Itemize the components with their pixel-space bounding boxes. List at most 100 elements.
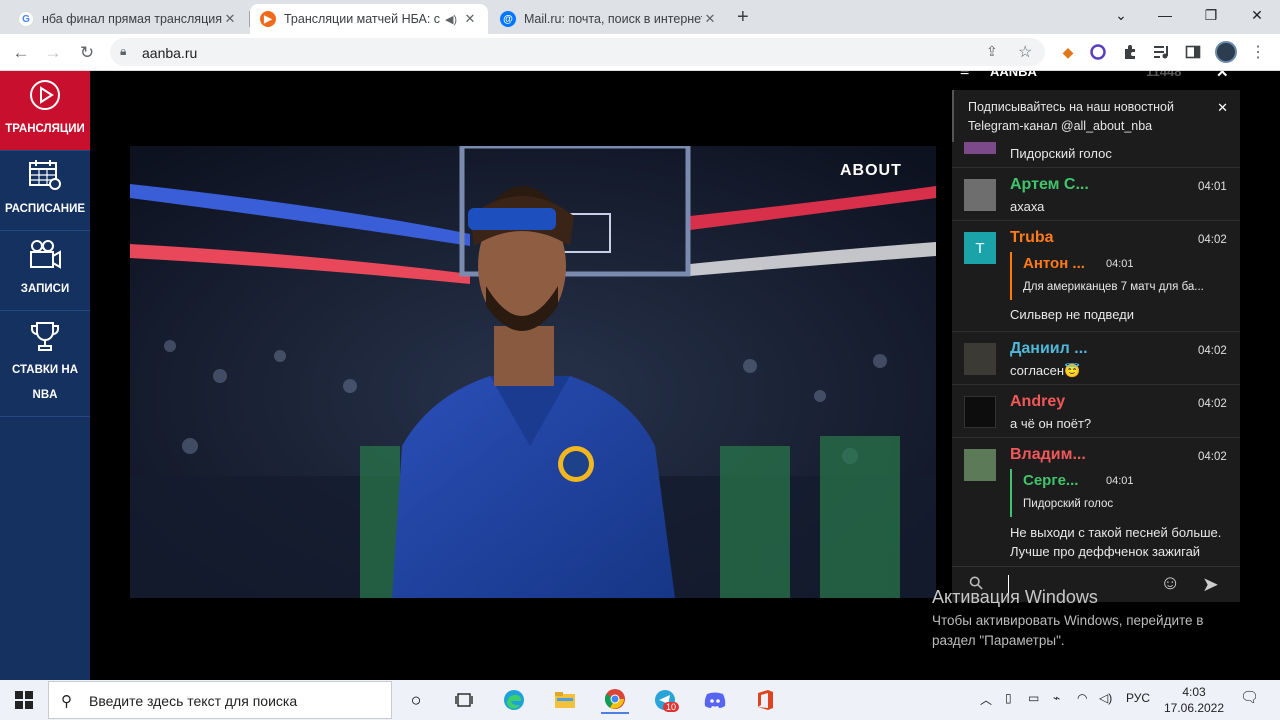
address-bar[interactable]: 🔒︎ aanba.ru ⇪ ☆	[110, 38, 1045, 66]
office-icon[interactable]	[751, 686, 779, 714]
reload-icon[interactable]: ↻	[74, 40, 100, 66]
chat-message: Владим... 04:02 Серге... 04:01 Пидорский…	[952, 438, 1240, 566]
edge-icon[interactable]	[500, 686, 528, 714]
metamask-fox-icon[interactable]: ◆	[1058, 42, 1078, 62]
video-frame	[130, 146, 936, 598]
tab-search-chevron-icon[interactable]: ⌄	[1098, 0, 1144, 30]
input-language[interactable]: РУС	[1126, 691, 1150, 705]
extensions-puzzle-icon[interactable]	[1120, 42, 1140, 62]
task-view-cortana-icon[interactable]: ○	[402, 686, 430, 714]
user-name: Truba	[1010, 229, 1054, 246]
chat-messages: Пидорский голос Артем С... 04:01 ахаха T…	[952, 142, 1240, 566]
browser-tab-aanba[interactable]: ▶ Трансляции матчей НБА: се ◀) ✕	[250, 4, 488, 34]
user-avatar	[964, 343, 996, 375]
close-window-button[interactable]: ✕	[1234, 0, 1280, 30]
tray-display-icon[interactable]: ▭	[1028, 691, 1039, 705]
tray-device-icon[interactable]: ▯	[1005, 691, 1012, 705]
share-icon[interactable]: ⇪	[986, 43, 998, 60]
play-favicon-icon: ▶	[260, 11, 276, 27]
reply-name: Серге...	[1023, 472, 1079, 489]
close-tab-icon[interactable]: ✕	[702, 11, 718, 27]
tray-chevron-icon[interactable]: ︿	[980, 691, 992, 708]
message-text: согласен😇	[1010, 363, 1081, 378]
task-view-icon[interactable]	[450, 686, 478, 714]
lock-icon: 🔒︎	[120, 44, 127, 58]
profile-avatar[interactable]	[1215, 41, 1237, 63]
telegram-notice-text: Подписывайтесь на наш новостной Telegram…	[968, 100, 1174, 133]
user-avatar: T	[964, 232, 996, 264]
new-tab-button[interactable]: +	[737, 6, 749, 29]
activation-line-1: Чтобы активировать Windows, перейдите в	[932, 613, 1204, 628]
tray-meet-icon[interactable]: ⌁	[1053, 691, 1060, 705]
reply-name: Антон ...	[1023, 255, 1085, 272]
notification-center-icon[interactable]: 🗨︎	[1240, 688, 1259, 706]
reply-quote[interactable]: Антон ... 04:01 Для американцев 7 матч д…	[1010, 252, 1220, 300]
volume-icon[interactable]: ◁)	[1099, 691, 1112, 705]
reply-quote[interactable]: Серге... 04:01 Пидорский голос	[1010, 469, 1160, 517]
activation-watermark-text: Чтобы активировать Windows, перейдите в …	[932, 611, 1203, 651]
user-avatar	[964, 396, 996, 428]
close-tab-icon[interactable]: ✕	[462, 11, 478, 27]
chat-message: Артем С... 04:01 ахаха	[952, 168, 1240, 221]
file-explorer-icon[interactable]	[551, 686, 579, 714]
windows-start-button[interactable]	[10, 686, 38, 714]
back-arrow-icon[interactable]: ←	[8, 40, 34, 66]
trophy-icon	[31, 321, 59, 351]
sidebar-item-label: ЗАПИСИ	[20, 283, 70, 295]
calendar-icon	[29, 160, 61, 190]
google-icon: G	[18, 11, 34, 27]
user-name: Артем С...	[1010, 176, 1089, 193]
sidebar-item-label: СТАВКИ НА	[11, 363, 79, 376]
video-camera-icon	[30, 240, 61, 269]
telegram-icon[interactable]: 10	[651, 686, 680, 714]
wifi-icon[interactable]: ◠	[1077, 691, 1087, 705]
chat-message: Andrey 04:02 а чё он поёт?	[952, 385, 1240, 438]
activation-line-2: раздел "Параметры".	[932, 633, 1065, 648]
close-tab-icon[interactable]: ✕	[222, 11, 238, 27]
message-time: 04:01	[1198, 181, 1227, 193]
message-time: 04:02	[1198, 451, 1227, 463]
message-time: 04:02	[1198, 345, 1227, 357]
emoji-icon[interactable]: ☺	[1160, 572, 1180, 595]
bookmark-star-icon[interactable]: ☆	[1018, 42, 1032, 62]
mail-at-icon: @	[500, 11, 516, 27]
telegram-unread-badge: 10	[663, 702, 680, 712]
side-panel-icon[interactable]	[1183, 42, 1203, 62]
chat-menu-icon[interactable]: ≡	[960, 71, 969, 81]
online-count: 11448	[1146, 71, 1182, 79]
sidebar-item-recordings[interactable]: ЗАПИСИ	[0, 231, 90, 311]
sidebar-item-schedule[interactable]: РАСПИСАНИЕ	[0, 151, 90, 231]
menu-dots-icon[interactable]: ⋮	[1248, 42, 1268, 62]
taskbar-search-box[interactable]: ⚲ Введите здесь текст для поиска	[48, 681, 392, 719]
sidebar-item-bets[interactable]: СТАВКИ НА NBA	[0, 311, 90, 417]
browser-tab-google[interactable]: G нба финал прямая трансляция ✕	[8, 4, 248, 34]
reply-text: Для американцев 7 матч для ба...	[1023, 281, 1204, 293]
close-chat-icon[interactable]: ✕	[1216, 71, 1229, 81]
sidebar-item-label: РАСПИСАНИЕ	[4, 203, 86, 215]
sidebar-item-broadcasts[interactable]: ТРАНСЛЯЦИИ	[0, 71, 90, 151]
browser-tab-strip: G нба финал прямая трансляция ✕ ▶ Трансл…	[0, 0, 1280, 34]
discord-icon[interactable]	[701, 686, 729, 714]
restore-button[interactable]: ❐	[1188, 0, 1234, 30]
user-name: Владим...	[1010, 446, 1086, 463]
message-text: Сильвер не подведи	[1010, 307, 1134, 322]
speaker-icon[interactable]: ◀)	[440, 13, 462, 26]
tab-title: нба финал прямая трансляция	[42, 12, 222, 26]
media-control-icon[interactable]	[1152, 42, 1172, 62]
chrome-icon[interactable]	[601, 686, 629, 714]
forward-arrow-icon[interactable]: →	[40, 40, 66, 66]
minimize-button[interactable]: —	[1142, 0, 1188, 30]
extension-circle-icon[interactable]	[1088, 42, 1108, 62]
activation-watermark-title: Активация Windows	[932, 587, 1098, 607]
browser-tab-mail[interactable]: @ Mail.ru: почта, поиск в интернете ✕	[490, 4, 728, 34]
message-text: Пидорский голос	[1010, 146, 1112, 161]
send-icon[interactable]: ➤	[1202, 572, 1219, 597]
chat-message: T Truba 04:02 Антон ... 04:01 Для америк…	[952, 221, 1240, 332]
site-sidebar: ТРАНСЛЯЦИИ РАСПИСАНИЕ ЗАПИСИ СТАВКИ НА N…	[0, 71, 90, 680]
browser-toolbar: ← → ↻ 🔒︎ aanba.ru ⇪ ☆ ◆ ⋮	[0, 34, 1280, 71]
clock[interactable]: 4:03 17.06.2022	[1160, 684, 1228, 716]
aanba-video-logo: ABOUT	[840, 162, 902, 179]
video-player[interactable]: ABOUT	[130, 146, 936, 598]
close-notice-icon[interactable]: ✕	[1217, 98, 1228, 117]
tab-title: Трансляции матчей НБА: се	[284, 12, 440, 26]
